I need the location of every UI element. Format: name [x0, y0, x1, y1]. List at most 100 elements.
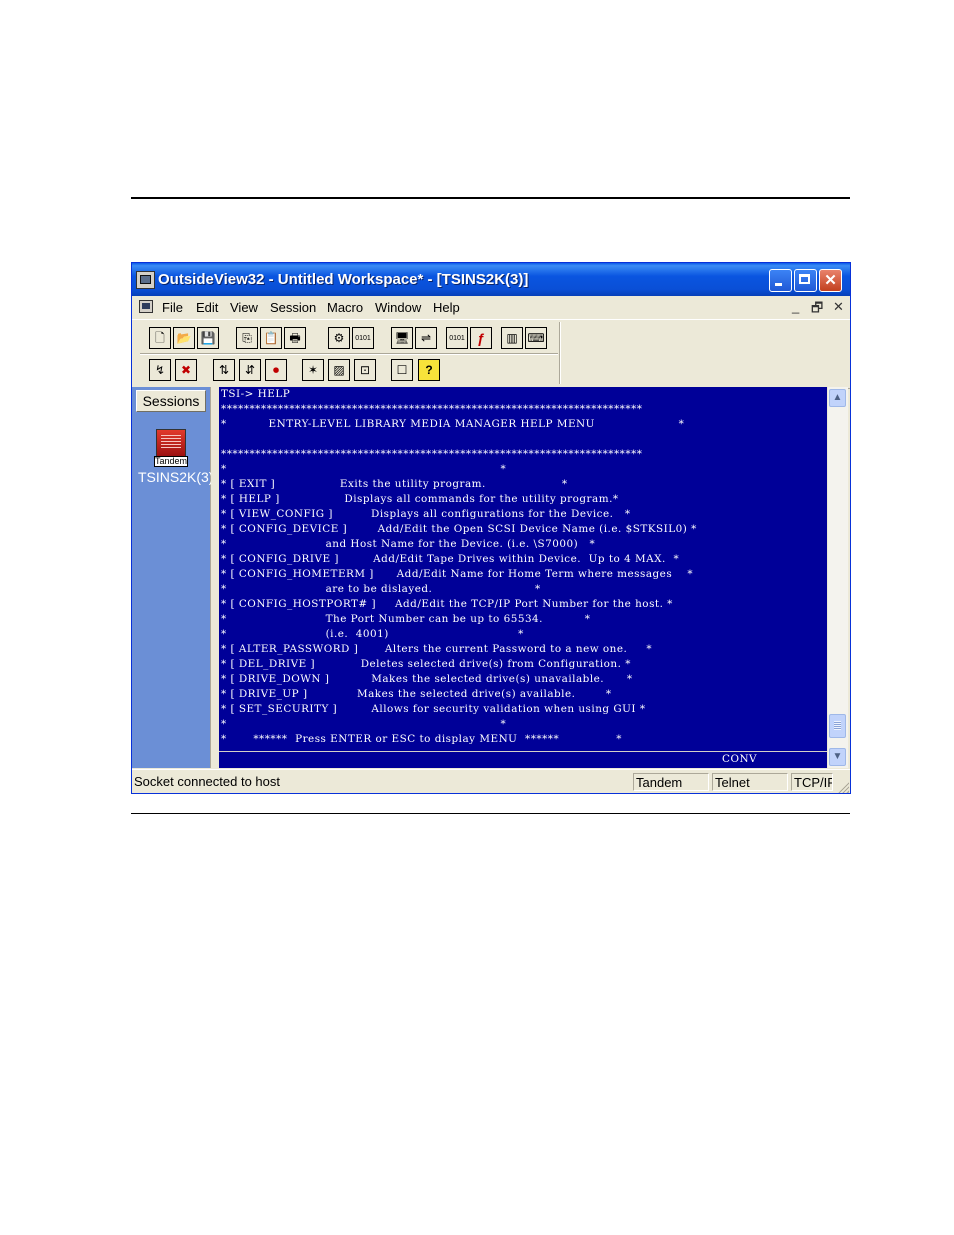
terminal-line: * (i.e. 4001) * — [221, 628, 524, 640]
help-button[interactable]: ? — [418, 359, 440, 381]
paste-icon: 📋 — [263, 331, 279, 345]
record-icon: ⏺ — [272, 363, 279, 377]
maximize-button[interactable] — [794, 269, 817, 292]
connection-icon: ⇌ — [420, 331, 432, 345]
terminal-screen-icon — [156, 429, 186, 457]
function-button[interactable]: ƒ — [470, 327, 492, 349]
sessions-button[interactable]: Sessions — [136, 390, 206, 412]
print-button[interactable]: 🖶 — [284, 327, 306, 349]
new-button[interactable]: 🗋 — [149, 327, 171, 349]
keyboard-button[interactable]: ⌨ — [525, 327, 547, 349]
scroll-down-button[interactable]: ▼ — [829, 748, 846, 766]
terminal-status-line: CONV — [219, 751, 827, 768]
toolbar-row-divider — [140, 353, 558, 354]
binary-receive-icon: 0101 — [449, 334, 465, 342]
terminal-line: * ****** Press ENTER or ESC to display M… — [221, 733, 622, 745]
mdi-close-button[interactable]: ✕ — [833, 299, 844, 315]
script-button[interactable]: ✶ — [302, 359, 324, 381]
menu-view[interactable]: View — [230, 300, 258, 315]
mdi-minimize-button[interactable]: _ — [792, 299, 799, 314]
terminal-line: * [ DEL_DRIVE ] Deletes selected drive(s… — [221, 658, 631, 670]
terminal-line: * [ HELP ] Displays all commands for the… — [221, 493, 619, 505]
toolbar-separator — [559, 322, 560, 384]
copy-icon: ⎘ — [242, 331, 252, 345]
transfer-down-button[interactable]: ⇵ — [239, 359, 261, 381]
terminal-line: * [ DRIVE_DOWN ] Makes the selected driv… — [221, 673, 633, 685]
terminal-screen[interactable]: TSI-> HELP ******************************… — [219, 387, 827, 768]
menu-macro[interactable]: Macro — [327, 300, 363, 315]
binary-receive-button[interactable]: 0101 — [446, 327, 468, 349]
scroll-up-button[interactable]: ▲ — [829, 389, 846, 407]
binary-transfer-button[interactable]: 0101 — [352, 327, 374, 349]
settings-button[interactable]: ⚙ — [328, 327, 350, 349]
app-window: OutsideView32 - Untitled Workspace* - [T… — [131, 262, 851, 794]
window-title: OutsideView32 - Untitled Workspace* - [T… — [158, 271, 529, 288]
window-button[interactable]: ☐ — [391, 359, 413, 381]
status-bar: Socket connected to host Tandem Telnet T… — [132, 769, 850, 793]
capture-button[interactable]: ⊡ — [354, 359, 376, 381]
app-icon[interactable] — [136, 271, 155, 289]
connection-button[interactable]: ⇌ — [415, 327, 437, 349]
disconnect-icon: ✖ — [180, 363, 192, 377]
connect-icon: ↯ — [154, 363, 166, 377]
save-button[interactable]: 💾 — [197, 327, 219, 349]
keyboard-icon: ⌨ — [527, 331, 545, 345]
print-icon: 🖶 — [289, 331, 301, 345]
status-transport: TCP/IP — [791, 773, 833, 791]
library-icon: ▥ — [506, 331, 518, 345]
transfer-up-icon: ⇅ — [218, 363, 230, 377]
menu-edit[interactable]: Edit — [196, 300, 218, 315]
settings-icon: ⚙ — [333, 331, 345, 345]
terminal-line: TSI-> HELP — [221, 388, 291, 400]
document-window-icon[interactable] — [139, 300, 153, 313]
library-button[interactable]: ▥ — [501, 327, 523, 349]
scroll-thumb[interactable] — [829, 714, 846, 738]
close-button[interactable] — [819, 269, 842, 292]
terminal-line: * are to be dislayed. * — [221, 583, 541, 595]
record-button[interactable]: ⏺ — [265, 359, 287, 381]
status-emulation: Tandem — [633, 773, 709, 791]
sessions-panel: Sessions Tandem TSINS2K(3) — [132, 387, 213, 768]
vertical-scrollbar[interactable]: ▲ ▼ — [827, 387, 848, 768]
terminal-mode-indicator: CONV — [722, 753, 758, 765]
menu-session[interactable]: Session — [270, 300, 316, 315]
terminal-line: * [ CONFIG_DRIVE ] Add/Edit Tape Drives … — [221, 553, 680, 565]
menu-file[interactable]: File — [162, 300, 183, 315]
session-icon-label: Tandem — [154, 456, 188, 467]
terminal-line: * ENTRY-LEVEL LIBRARY MEDIA MANAGER HELP… — [221, 418, 685, 430]
open-button[interactable]: 📂 — [173, 327, 195, 349]
binary-transfer-icon: 0101 — [355, 334, 371, 342]
monitor-button[interactable]: 🖥 — [391, 327, 413, 349]
session-name[interactable]: TSINS2K(3) — [138, 469, 213, 485]
image-icon: ▨ — [333, 363, 345, 377]
terminal-line: * and Host Name for the Device. (i.e. \S… — [221, 538, 596, 550]
tandem-session-icon[interactable]: Tandem — [154, 429, 188, 469]
transfer-up-button[interactable]: ⇅ — [213, 359, 235, 381]
mdi-restore-button[interactable]: 🗗 — [811, 299, 823, 321]
terminal-line: ****************************************… — [221, 448, 643, 460]
help-icon: ? — [425, 363, 433, 377]
terminal-line: * * — [221, 463, 507, 475]
status-protocol: Telnet — [712, 773, 788, 791]
paste-button[interactable]: 📋 — [260, 327, 282, 349]
resize-grip[interactable] — [837, 781, 849, 793]
connect-button[interactable]: ↯ — [149, 359, 171, 381]
minimize-button[interactable] — [769, 269, 792, 292]
monitor-icon: 🖥 — [394, 331, 410, 345]
terminal-line: * [ CONFIG_HOSTPORT# ] Add/Edit the TCP/… — [221, 598, 673, 610]
title-bar[interactable]: OutsideView32 - Untitled Workspace* - [T… — [132, 263, 850, 296]
terminal-line: * [ VIEW_CONFIG ] Displays all configura… — [221, 508, 631, 520]
save-icon: 💾 — [200, 331, 216, 345]
terminal-line: * The Port Number can be up to 65534. * — [221, 613, 591, 625]
terminal-line: * [ DRIVE_UP ] Makes the selected drive(… — [221, 688, 612, 700]
function-icon: ƒ — [477, 330, 485, 346]
terminal-line: * [ SET_SECURITY ] Allows for security v… — [221, 703, 646, 715]
image-button[interactable]: ▨ — [328, 359, 350, 381]
terminal-line: ****************************************… — [221, 403, 643, 415]
copy-button[interactable]: ⎘ — [236, 327, 258, 349]
page-rule-bottom — [131, 813, 850, 814]
disconnect-button[interactable]: ✖ — [175, 359, 197, 381]
menu-help[interactable]: Help — [433, 300, 460, 315]
menu-window[interactable]: Window — [375, 300, 421, 315]
terminal-line: * * — [221, 718, 507, 730]
